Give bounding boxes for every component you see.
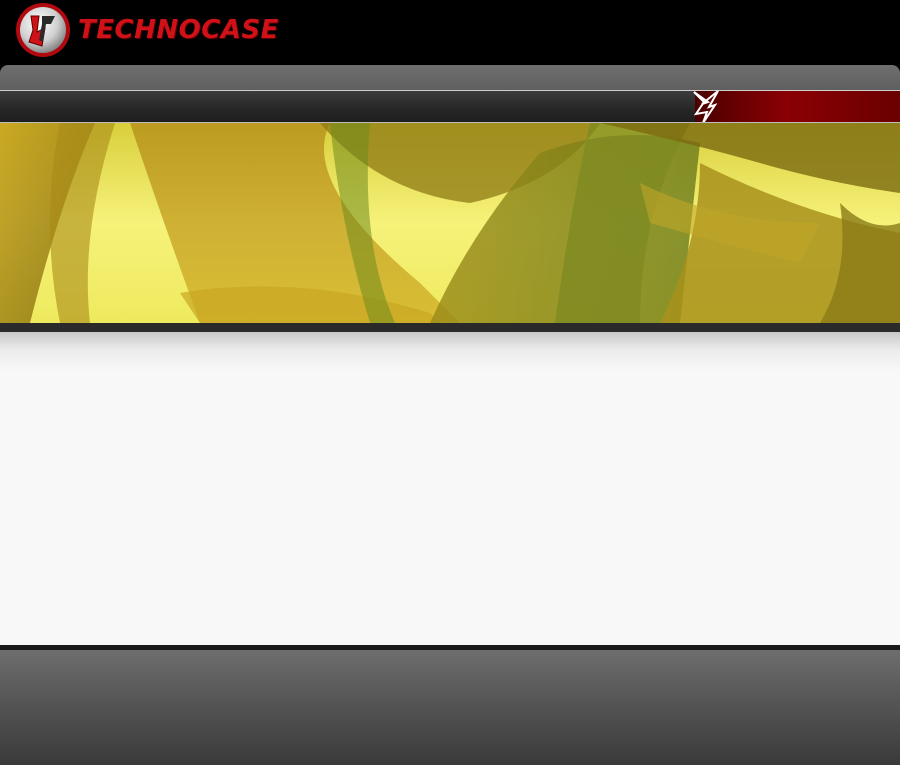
nav-accent-block: [695, 91, 900, 122]
abstract-ribbons-image: [0, 123, 900, 323]
navigation-bar: [0, 90, 900, 122]
logo-emblem-icon: [16, 3, 70, 57]
main-content-area: [0, 332, 900, 645]
banner-bottom-border: [0, 323, 900, 332]
site-header: TECHNOCASE: [0, 0, 900, 65]
brand-name: TECHNOCASE: [78, 15, 279, 45]
top-bar: [0, 65, 900, 90]
site-footer: [0, 650, 900, 765]
site-logo[interactable]: TECHNOCASE: [15, 2, 295, 58]
hero-banner: [0, 123, 900, 323]
lightning-bolt-icon: [693, 90, 719, 123]
